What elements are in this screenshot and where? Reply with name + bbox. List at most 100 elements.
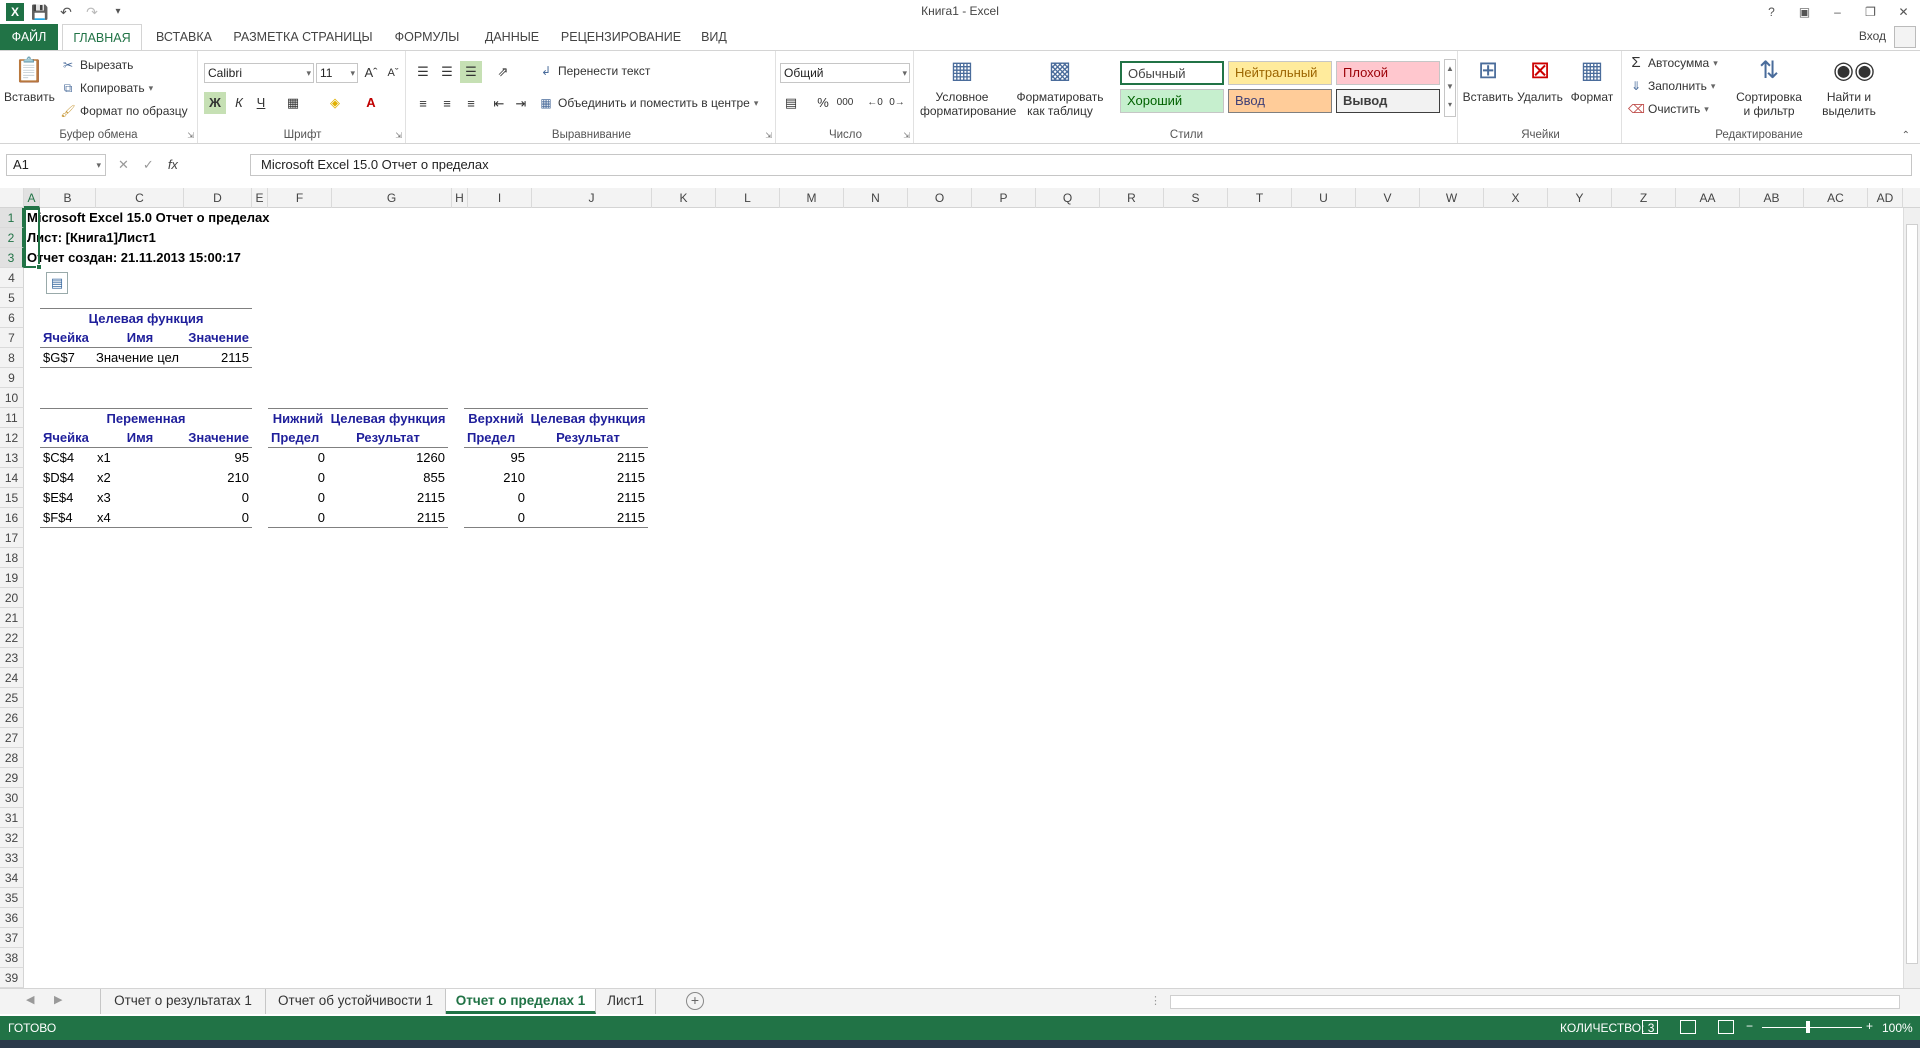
prev-sheet-icon[interactable]: ◀ [26, 993, 34, 1006]
row-header[interactable]: 3 [0, 248, 24, 268]
conditional-formatting-button[interactable]: ▦ Условное форматирование [920, 55, 1016, 118]
row-header[interactable]: 34 [0, 868, 24, 888]
zoom-slider-thumb[interactable] [1806, 1021, 1810, 1033]
user-avatar-icon[interactable] [1894, 26, 1916, 48]
align-right-icon[interactable]: ≡ [460, 93, 482, 115]
sort-filter-button[interactable]: ⇅ Сортировка и фильтр [1730, 55, 1808, 118]
row-header[interactable]: 30 [0, 788, 24, 808]
var-row-cell[interactable]: $C$4 [40, 448, 96, 468]
row-header[interactable]: 14 [0, 468, 24, 488]
column-header[interactable]: D [184, 188, 252, 208]
align-middle-icon[interactable]: ☰ [436, 61, 458, 83]
tab-home[interactable]: ГЛАВНАЯ [62, 24, 142, 51]
var-row-name[interactable]: x1 [96, 448, 184, 468]
font-size-select[interactable]: 11 ▾ [316, 63, 358, 83]
target-title[interactable]: Целевая функция [40, 308, 252, 328]
var-row-name[interactable]: x4 [96, 508, 184, 528]
row-header[interactable]: 38 [0, 948, 24, 968]
orientation-icon[interactable]: ⇗ [492, 61, 514, 83]
var-row-name[interactable]: x3 [96, 488, 184, 508]
row-header[interactable]: 18 [0, 548, 24, 568]
cancel-entry-icon[interactable]: ✕ [118, 154, 129, 176]
var-row-lower-limit[interactable]: 0 [268, 468, 328, 488]
row-header[interactable]: 9 [0, 368, 24, 388]
row-header[interactable]: 33 [0, 848, 24, 868]
var-row-name[interactable]: x2 [96, 468, 184, 488]
align-left-icon[interactable]: ≡ [412, 93, 434, 115]
var-row-cell[interactable]: $D$4 [40, 468, 96, 488]
tab-split-handle-icon[interactable]: ⋮ [1150, 994, 1161, 1007]
dialog-launcher-icon[interactable]: ⇲ [187, 131, 194, 140]
thousands-button[interactable]: 000 [834, 92, 856, 114]
upper-limit-header[interactable]: Предел [464, 428, 528, 448]
style-bad[interactable]: Плохой [1336, 61, 1440, 85]
dialog-launcher-icon[interactable]: ⇲ [903, 131, 910, 140]
minimize-button[interactable]: – [1821, 0, 1854, 24]
row-header[interactable]: 8 [0, 348, 24, 368]
italic-button[interactable]: К [228, 92, 250, 114]
row-header[interactable]: 16 [0, 508, 24, 528]
var-row-lower-limit[interactable]: 0 [268, 448, 328, 468]
style-neutral[interactable]: Нейтральный [1228, 61, 1332, 85]
target-header-name[interactable]: Имя [96, 328, 184, 348]
var-row-value[interactable]: 0 [184, 488, 252, 508]
report-sheet[interactable]: Лист: [Книга1]Лист1 [27, 228, 156, 248]
delete-cells-button[interactable]: ⊠ Удалить [1514, 55, 1566, 104]
target-header-value[interactable]: Значение [184, 328, 252, 348]
row-header[interactable]: 22 [0, 628, 24, 648]
column-header[interactable]: X [1484, 188, 1548, 208]
sheet-tab-sheet1[interactable]: Лист1 [596, 989, 656, 1014]
upper-limit-title[interactable]: Верхний [464, 408, 528, 428]
merge-center-button[interactable]: ▦ Объединить и поместить в центре ▾ [538, 95, 758, 111]
clear-button[interactable]: ⌫ Очистить ▾ [1628, 101, 1709, 117]
row-header[interactable]: 20 [0, 588, 24, 608]
increase-decimal-icon[interactable]: ←0 [864, 92, 886, 114]
row-header[interactable]: 19 [0, 568, 24, 588]
fill-button[interactable]: ⇓ Заполнить ▾ [1628, 78, 1715, 94]
variables-header-value[interactable]: Значение [184, 428, 252, 448]
dialog-launcher-icon[interactable]: ⇲ [395, 131, 402, 140]
page-break-view-icon[interactable] [1718, 1020, 1734, 1034]
column-header[interactable]: H [452, 188, 468, 208]
column-header[interactable]: M [780, 188, 844, 208]
restore-button[interactable]: ❐ [1854, 0, 1887, 24]
column-header[interactable]: K [652, 188, 716, 208]
row-header[interactable]: 10 [0, 388, 24, 408]
var-row-cell[interactable]: $F$4 [40, 508, 96, 528]
sheet-tab-limits[interactable]: Отчет о пределах 1 [446, 989, 596, 1014]
zoom-level[interactable]: 100% [1882, 1021, 1913, 1035]
report-title[interactable]: Microsoft Excel 15.0 Отчет о пределах [27, 208, 269, 228]
var-row-value[interactable]: 0 [184, 508, 252, 528]
tab-formulas[interactable]: ФОРМУЛЫ [386, 24, 468, 50]
sign-in-link[interactable]: Вход [1859, 29, 1886, 43]
row-header[interactable]: 29 [0, 768, 24, 788]
lower-limit-title[interactable]: Нижний [268, 408, 328, 428]
column-header[interactable]: J [532, 188, 652, 208]
style-normal[interactable]: Обычный [1120, 61, 1224, 85]
sheet-tab-sensitivity[interactable]: Отчет об устойчивости 1 [266, 989, 446, 1014]
zoom-in-icon[interactable]: + [1866, 1019, 1873, 1033]
var-row-value[interactable]: 210 [184, 468, 252, 488]
row-header[interactable]: 1 [0, 208, 24, 228]
collapse-ribbon-icon[interactable]: ⌃ [1902, 130, 1910, 141]
tab-view[interactable]: ВИД [694, 24, 734, 50]
currency-icon[interactable]: ▤ [780, 92, 802, 114]
column-header[interactable]: AC [1804, 188, 1868, 208]
normal-view-icon[interactable] [1642, 1020, 1658, 1034]
row-header[interactable]: 27 [0, 728, 24, 748]
font-color-icon[interactable]: A [360, 92, 382, 114]
column-header[interactable]: E [252, 188, 268, 208]
tab-file[interactable]: ФАЙЛ [0, 24, 58, 50]
row-header[interactable]: 32 [0, 828, 24, 848]
column-header[interactable]: V [1356, 188, 1420, 208]
column-header[interactable]: F [268, 188, 332, 208]
column-header[interactable]: Q [1036, 188, 1100, 208]
var-row-lower-result[interactable]: 2115 [328, 508, 448, 528]
vertical-scroll-thumb[interactable] [1906, 224, 1918, 964]
tab-page-layout[interactable]: РАЗМЕТКА СТРАНИЦЫ [228, 24, 378, 50]
column-header[interactable]: G [332, 188, 452, 208]
align-top-icon[interactable]: ☰ [412, 61, 434, 83]
column-header[interactable]: AA [1676, 188, 1740, 208]
copy-button[interactable]: ⧉ Копировать ▾ [60, 80, 153, 96]
formula-input[interactable]: Microsoft Excel 15.0 Отчет о пределах [250, 154, 1912, 176]
